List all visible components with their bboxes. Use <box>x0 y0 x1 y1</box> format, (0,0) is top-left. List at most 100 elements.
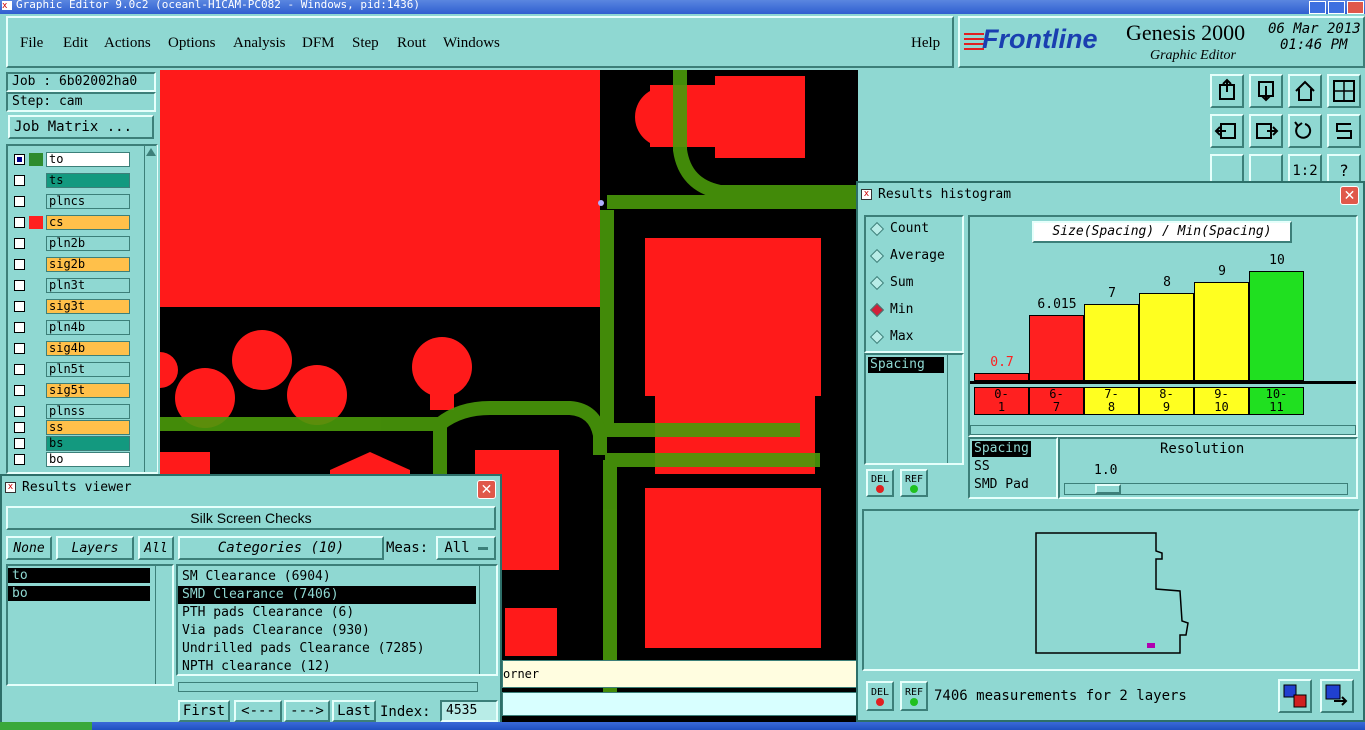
layer-checkbox[interactable] <box>14 454 25 465</box>
layer-checkbox[interactable] <box>14 364 25 375</box>
mode-radio-min[interactable]: Min <box>869 300 913 320</box>
layer-color-swatch[interactable] <box>29 237 43 250</box>
menu-rout[interactable]: Rout <box>397 35 426 52</box>
layer-checkbox[interactable] <box>14 343 25 354</box>
mode-radio-sum[interactable]: Sum <box>869 273 913 293</box>
histogram-bar[interactable] <box>974 373 1029 381</box>
histogram-bar[interactable] <box>1139 293 1194 381</box>
layer-name[interactable]: pln4b <box>46 320 130 335</box>
list-item[interactable]: SMD Pad <box>974 477 1029 492</box>
layer-color-swatch[interactable] <box>29 342 43 355</box>
layer-row[interactable]: plnss <box>12 404 130 419</box>
category-tick-label[interactable]: 8- 9 <box>1139 387 1194 415</box>
menu-step[interactable]: Step <box>352 35 379 52</box>
layer-row[interactable]: sig5t <box>12 383 130 398</box>
menu-options[interactable]: Options <box>168 35 216 52</box>
layer-name[interactable]: sig5t <box>46 383 130 398</box>
layer-color-swatch[interactable] <box>29 195 43 208</box>
layer-row[interactable]: to <box>12 152 130 167</box>
category-item[interactable]: SM Clearance (6904) <box>178 568 476 586</box>
menu-help[interactable]: Help <box>911 35 940 52</box>
layer-results-scrollbar[interactable] <box>155 566 170 684</box>
list-item[interactable]: to <box>8 568 150 583</box>
ref-button[interactable]: REF <box>900 469 928 497</box>
layer-color-swatch[interactable] <box>29 300 43 313</box>
close-icon[interactable]: ✕ <box>1340 186 1359 205</box>
layer-row[interactable]: sig4b <box>12 341 130 356</box>
resolution-slider[interactable] <box>1064 483 1348 495</box>
histogram-bar[interactable] <box>1249 271 1304 381</box>
tool-left-icon[interactable] <box>1210 114 1244 148</box>
tool-rotate-icon[interactable] <box>1288 114 1322 148</box>
layer-name[interactable]: ss <box>46 420 130 435</box>
layer-checkbox[interactable] <box>14 406 25 417</box>
layer-checkbox[interactable] <box>14 322 25 333</box>
meas-dropdown[interactable]: All <box>436 536 496 560</box>
first-button[interactable]: First <box>178 700 230 722</box>
layer-name[interactable]: cs <box>46 215 130 230</box>
next-button[interactable]: ---> <box>284 700 330 722</box>
none-button[interactable]: None <box>6 536 52 560</box>
layer-checkbox[interactable] <box>14 259 25 270</box>
layer-checkbox[interactable] <box>14 385 25 396</box>
show-results-icon[interactable] <box>1320 679 1354 713</box>
layer-checkbox[interactable] <box>14 301 25 312</box>
category-item[interactable]: NPTH clearance (12) <box>178 658 476 676</box>
menu-windows[interactable]: Windows <box>443 35 500 52</box>
layer-name[interactable]: to <box>46 152 130 167</box>
layer-row[interactable]: pln2b <box>12 236 130 251</box>
layer-name[interactable]: plnss <box>46 404 130 419</box>
category-item[interactable]: Via pads Clearance (930) <box>178 622 476 640</box>
close-icon[interactable] <box>1347 1 1364 14</box>
layer-checkbox[interactable] <box>14 238 25 249</box>
minimize-icon[interactable] <box>1309 1 1326 14</box>
del-button-bottom[interactable]: DEL <box>866 681 894 711</box>
layer-row[interactable]: sig3t <box>12 299 130 314</box>
layer-row[interactable]: sig2b <box>12 257 130 272</box>
mode-radio-average[interactable]: Average <box>869 246 945 266</box>
layer-name[interactable]: bs <box>46 436 130 451</box>
layer-color-swatch[interactable] <box>29 421 43 434</box>
layer-checkbox[interactable] <box>14 280 25 291</box>
list-item[interactable]: bo <box>8 586 150 601</box>
menu-dfm[interactable]: DFM <box>302 35 335 52</box>
zoom-results-icon[interactable] <box>1278 679 1312 713</box>
layer-scrollbar[interactable] <box>144 146 157 472</box>
layer-color-swatch[interactable] <box>29 405 43 418</box>
category-scrollbar[interactable] <box>479 566 494 674</box>
menu-actions[interactable]: Actions <box>104 35 151 52</box>
layer-name[interactable]: ts <box>46 173 130 188</box>
layer-color-swatch[interactable] <box>29 216 43 229</box>
last-button[interactable]: Last <box>332 700 376 722</box>
layer-row[interactable]: ts <box>12 173 130 188</box>
layer-row[interactable]: plncs <box>12 194 130 209</box>
input-strip[interactable] <box>502 692 858 716</box>
results-viewer-titlebar[interactable]: x Results viewer <box>2 476 500 500</box>
layer-name[interactable]: sig3t <box>46 299 130 314</box>
del-button[interactable]: DEL <box>866 469 894 497</box>
category-item[interactable]: SMD Clearance (7406) <box>178 586 476 604</box>
layer-checkbox[interactable] <box>14 154 25 165</box>
layer-row[interactable]: pln5t <box>12 362 130 377</box>
layer-name[interactable]: pln5t <box>46 362 130 377</box>
ref-button-bottom[interactable]: REF <box>900 681 928 711</box>
layer-name[interactable]: sig4b <box>46 341 130 356</box>
category-tick-label[interactable]: 9- 10 <box>1194 387 1249 415</box>
tool-window-icon[interactable] <box>1327 74 1361 108</box>
menu-analysis[interactable]: Analysis <box>233 35 286 52</box>
layer-checkbox[interactable] <box>14 196 25 207</box>
list-item[interactable]: SS <box>974 459 990 474</box>
histogram-bar[interactable] <box>1194 282 1249 381</box>
measurement-scrollbar[interactable] <box>947 355 960 463</box>
category-item[interactable]: PTH pads Clearance (6) <box>178 604 476 622</box>
tool-mirror-icon[interactable] <box>1327 114 1361 148</box>
list-item[interactable]: Spacing <box>868 357 944 373</box>
layer-color-swatch[interactable] <box>29 279 43 292</box>
category-tick-label[interactable]: 10- 11 <box>1249 387 1304 415</box>
layer-color-swatch[interactable] <box>29 321 43 334</box>
maximize-icon[interactable] <box>1328 1 1345 14</box>
category-tick-label[interactable]: 7- 8 <box>1084 387 1139 415</box>
layer-color-swatch[interactable] <box>29 437 43 450</box>
menu-file[interactable]: File <box>20 35 43 52</box>
window-menu-icon[interactable]: x <box>5 482 16 493</box>
